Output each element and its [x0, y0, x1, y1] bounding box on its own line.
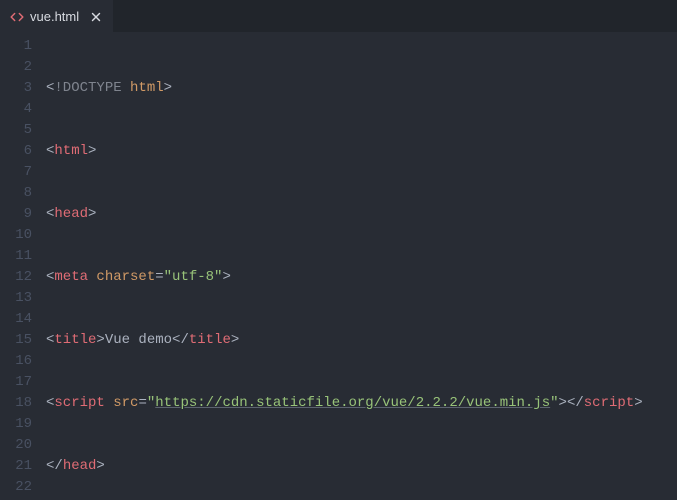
line-number: 2: [0, 57, 32, 78]
html-file-icon: [10, 10, 24, 24]
line-number: 4: [0, 99, 32, 120]
close-icon[interactable]: [89, 10, 103, 24]
line-number-gutter: 1 2 3 4 5 6 7 8 9 10 11 12 13 14 15 16 1…: [0, 36, 46, 500]
line-number: 18: [0, 393, 32, 414]
line-number: 6: [0, 141, 32, 162]
line-number: 15: [0, 330, 32, 351]
line-number: 10: [0, 225, 32, 246]
line-number: 19: [0, 414, 32, 435]
line-number: 3: [0, 78, 32, 99]
tab-bar: vue.html: [0, 0, 677, 32]
line-number: 20: [0, 435, 32, 456]
tab-vue-html[interactable]: vue.html: [0, 0, 113, 32]
tab-filename: vue.html: [30, 9, 79, 24]
line-number: 7: [0, 162, 32, 183]
line-number: 1: [0, 36, 32, 57]
line-number: 17: [0, 372, 32, 393]
line-number: 8: [0, 183, 32, 204]
line-number: 22: [0, 477, 32, 498]
line-number: 5: [0, 120, 32, 141]
line-number: 9: [0, 204, 32, 225]
code-content[interactable]: <!DOCTYPE html> <html> <head> <meta char…: [46, 36, 677, 500]
line-number: 21: [0, 456, 32, 477]
line-number: 11: [0, 246, 32, 267]
line-number: 12: [0, 267, 32, 288]
line-number: 13: [0, 288, 32, 309]
line-number: 14: [0, 309, 32, 330]
code-editor[interactable]: 1 2 3 4 5 6 7 8 9 10 11 12 13 14 15 16 1…: [0, 32, 677, 500]
line-number: 16: [0, 351, 32, 372]
